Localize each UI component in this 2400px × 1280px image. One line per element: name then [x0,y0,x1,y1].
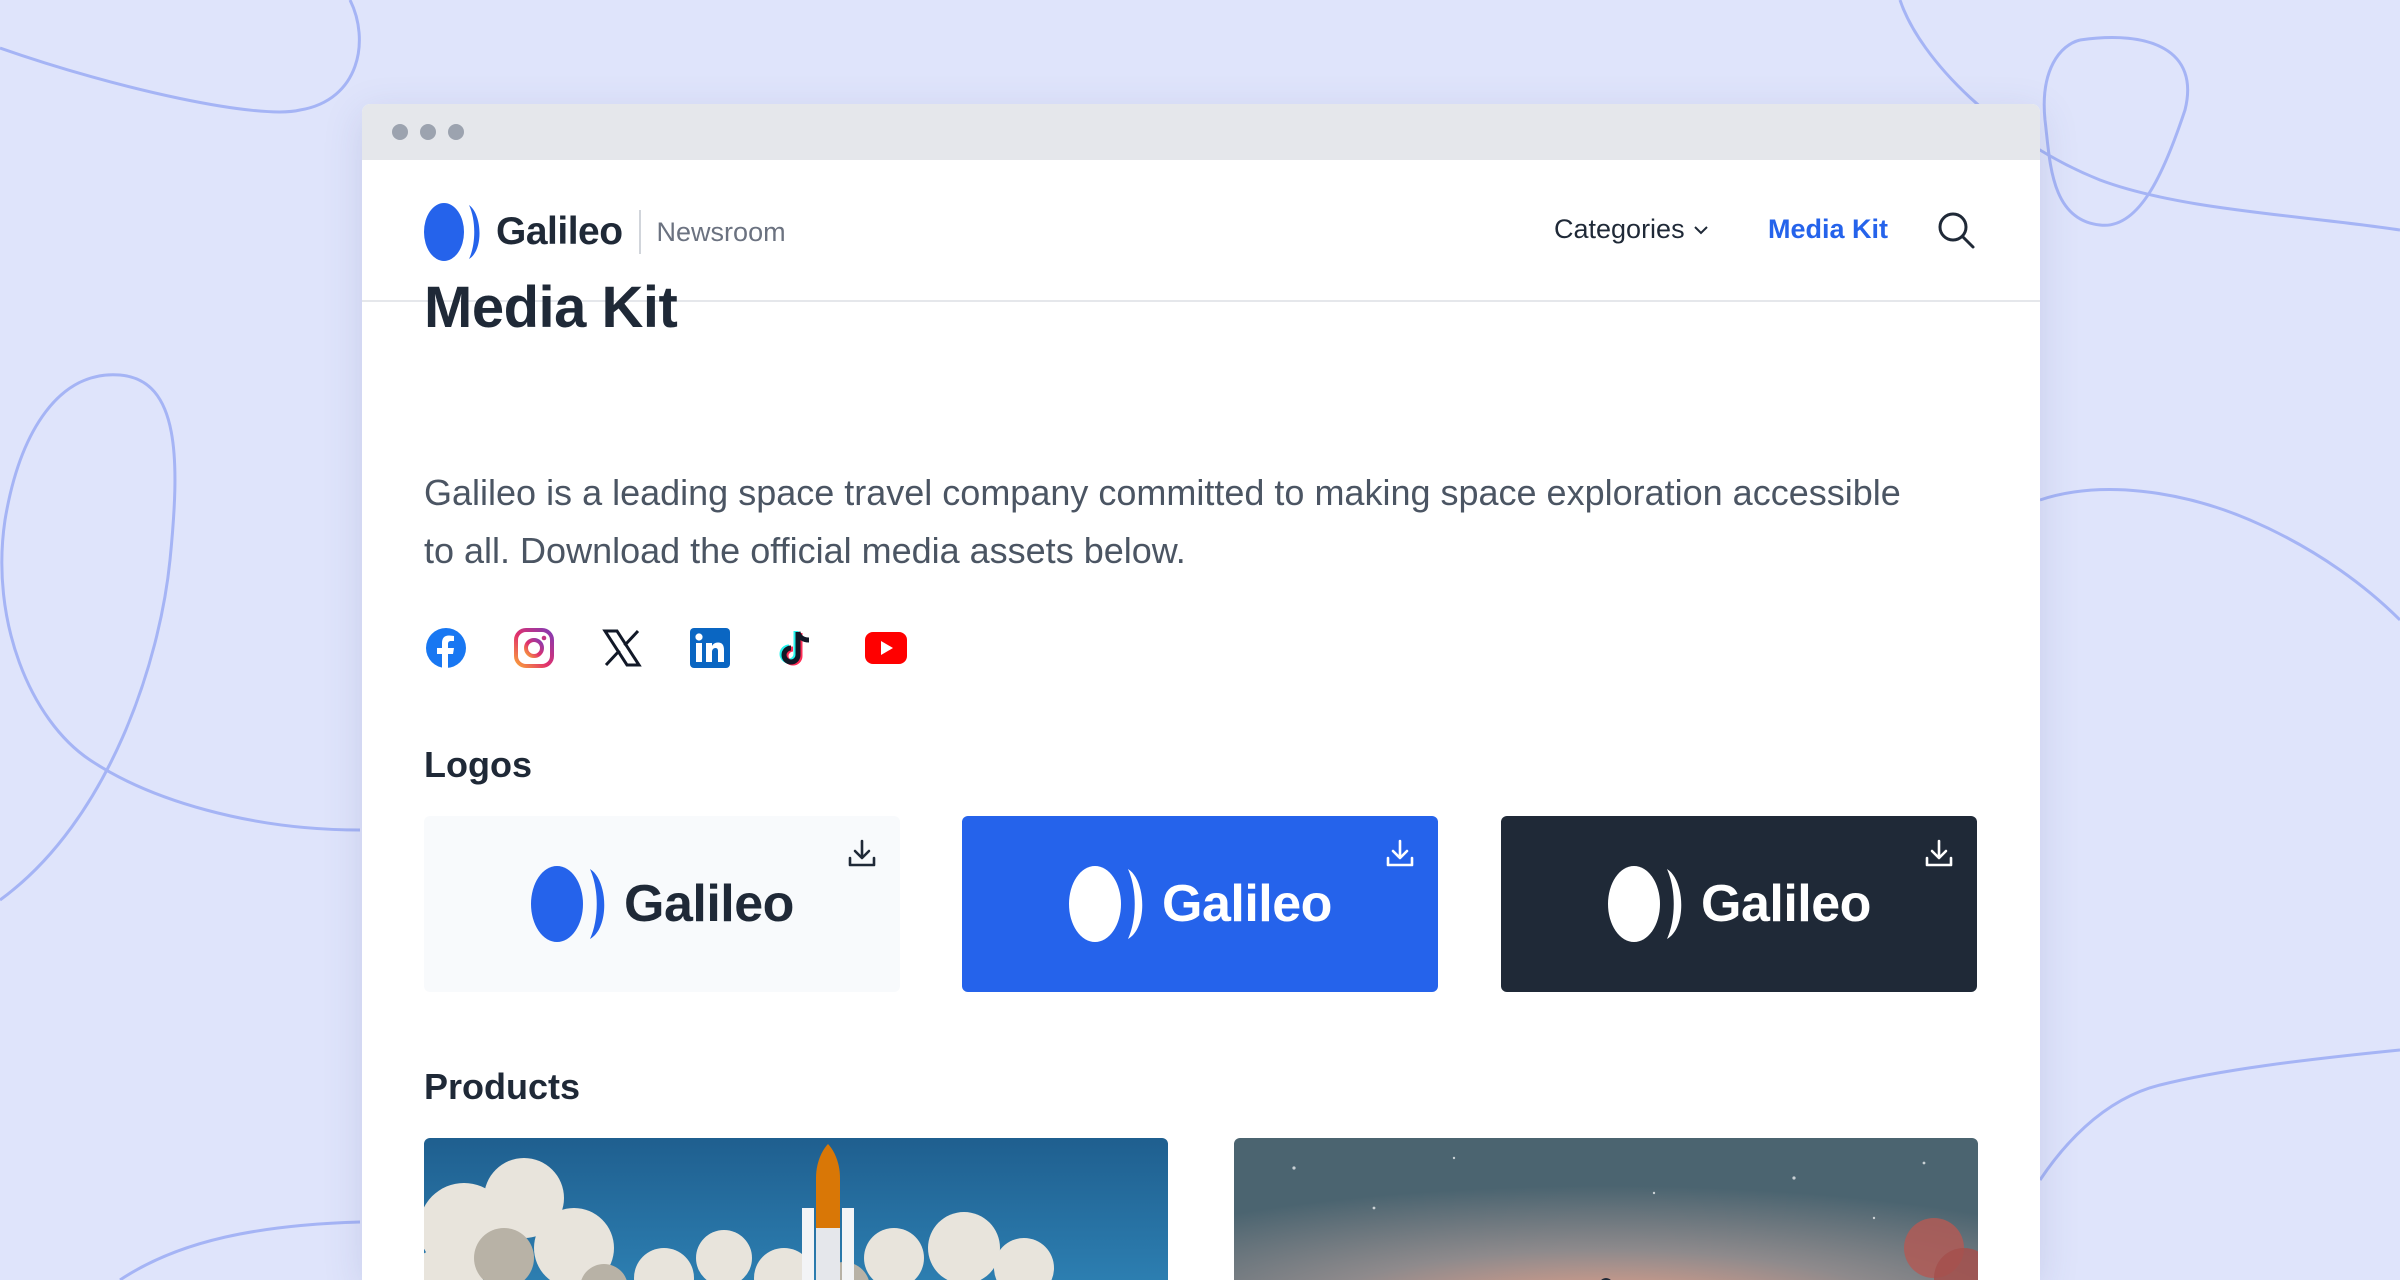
galileo-logo-icon [1069,866,1143,942]
logo-wordmark: Galileo [1701,875,1871,933]
download-icon[interactable] [1384,838,1416,870]
brand-subtitle: Newsroom [656,216,786,247]
browser-window: Galileo Newsroom Categories Media Kit Me… [362,104,2040,1280]
window-dot [392,124,408,140]
browser-titlebar [362,104,2040,160]
logo-card-dark: Galileo [1501,816,1977,992]
search-icon[interactable] [1936,210,1976,250]
download-icon[interactable] [1923,838,1955,870]
linkedin-icon [690,628,730,668]
page-description: Galileo is a leading space travel compan… [424,472,1901,571]
nav-media-kit[interactable]: Media Kit [1768,214,1888,245]
logo-card-blue: Galileo [962,816,1438,992]
social-tiktok[interactable] [776,626,820,670]
page-title: Media Kit [424,275,678,340]
brand[interactable]: Galileo Newsroom [424,202,786,262]
social-facebook[interactable] [424,626,468,670]
instagram-icon [514,628,554,668]
nav-categories[interactable]: Categories [1554,214,1709,245]
social-x[interactable] [600,626,644,670]
window-dot [448,124,464,140]
products-heading: Products [424,1066,581,1107]
facebook-icon [426,628,466,668]
product-image-shuttle[interactable] [424,1138,1168,1280]
nav-categories-label: Categories [1554,214,1685,244]
logos-heading: Logos [424,744,532,785]
download-icon[interactable] [846,838,878,870]
logo-wordmark: Galileo [624,875,794,933]
tiktok-icon [779,631,810,666]
galileo-logo-icon [424,203,480,261]
galileo-logo-icon [531,866,605,942]
logo-wordmark: Galileo [1162,875,1332,933]
product-image-astronaut[interactable] [1234,1138,1978,1280]
astronaut-image [1234,1138,1978,1280]
logo-card-light: Galileo [424,816,900,992]
youtube-icon [865,632,907,664]
social-instagram[interactable] [512,626,556,670]
x-icon [602,629,642,667]
brand-name: Galileo [496,210,623,253]
brand-divider [638,210,641,254]
window-dot [420,124,436,140]
shuttle-launch-image [424,1138,1168,1280]
chevron-down-icon [1693,225,1708,234]
social-linkedin[interactable] [688,626,732,670]
social-youtube[interactable] [864,626,908,670]
social-links [424,626,952,670]
galileo-logo-icon [1608,866,1682,942]
